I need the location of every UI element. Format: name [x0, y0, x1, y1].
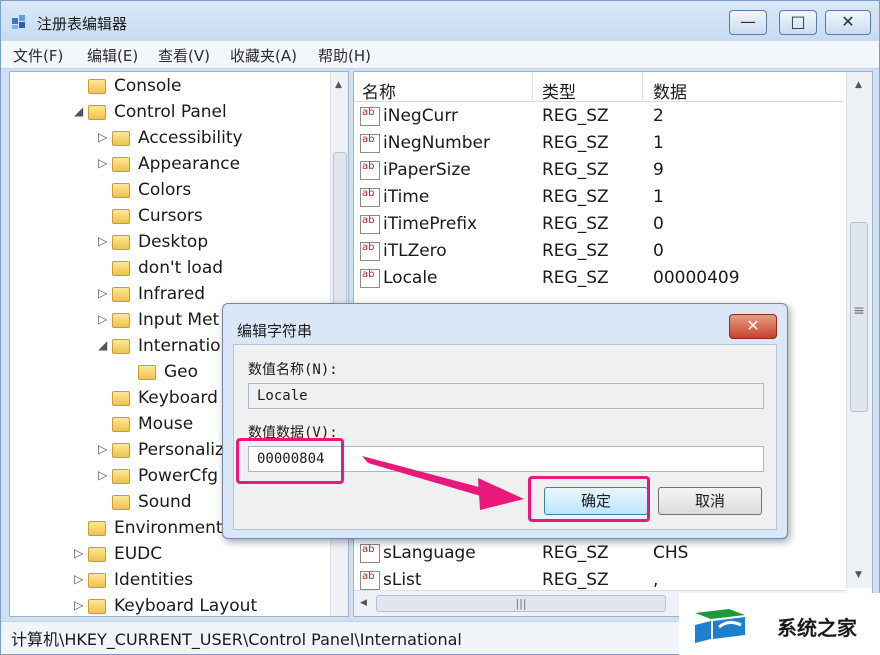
arrow-shaft: [362, 456, 490, 497]
arrow-head: [478, 478, 524, 510]
annotation-arrow: [362, 456, 524, 510]
